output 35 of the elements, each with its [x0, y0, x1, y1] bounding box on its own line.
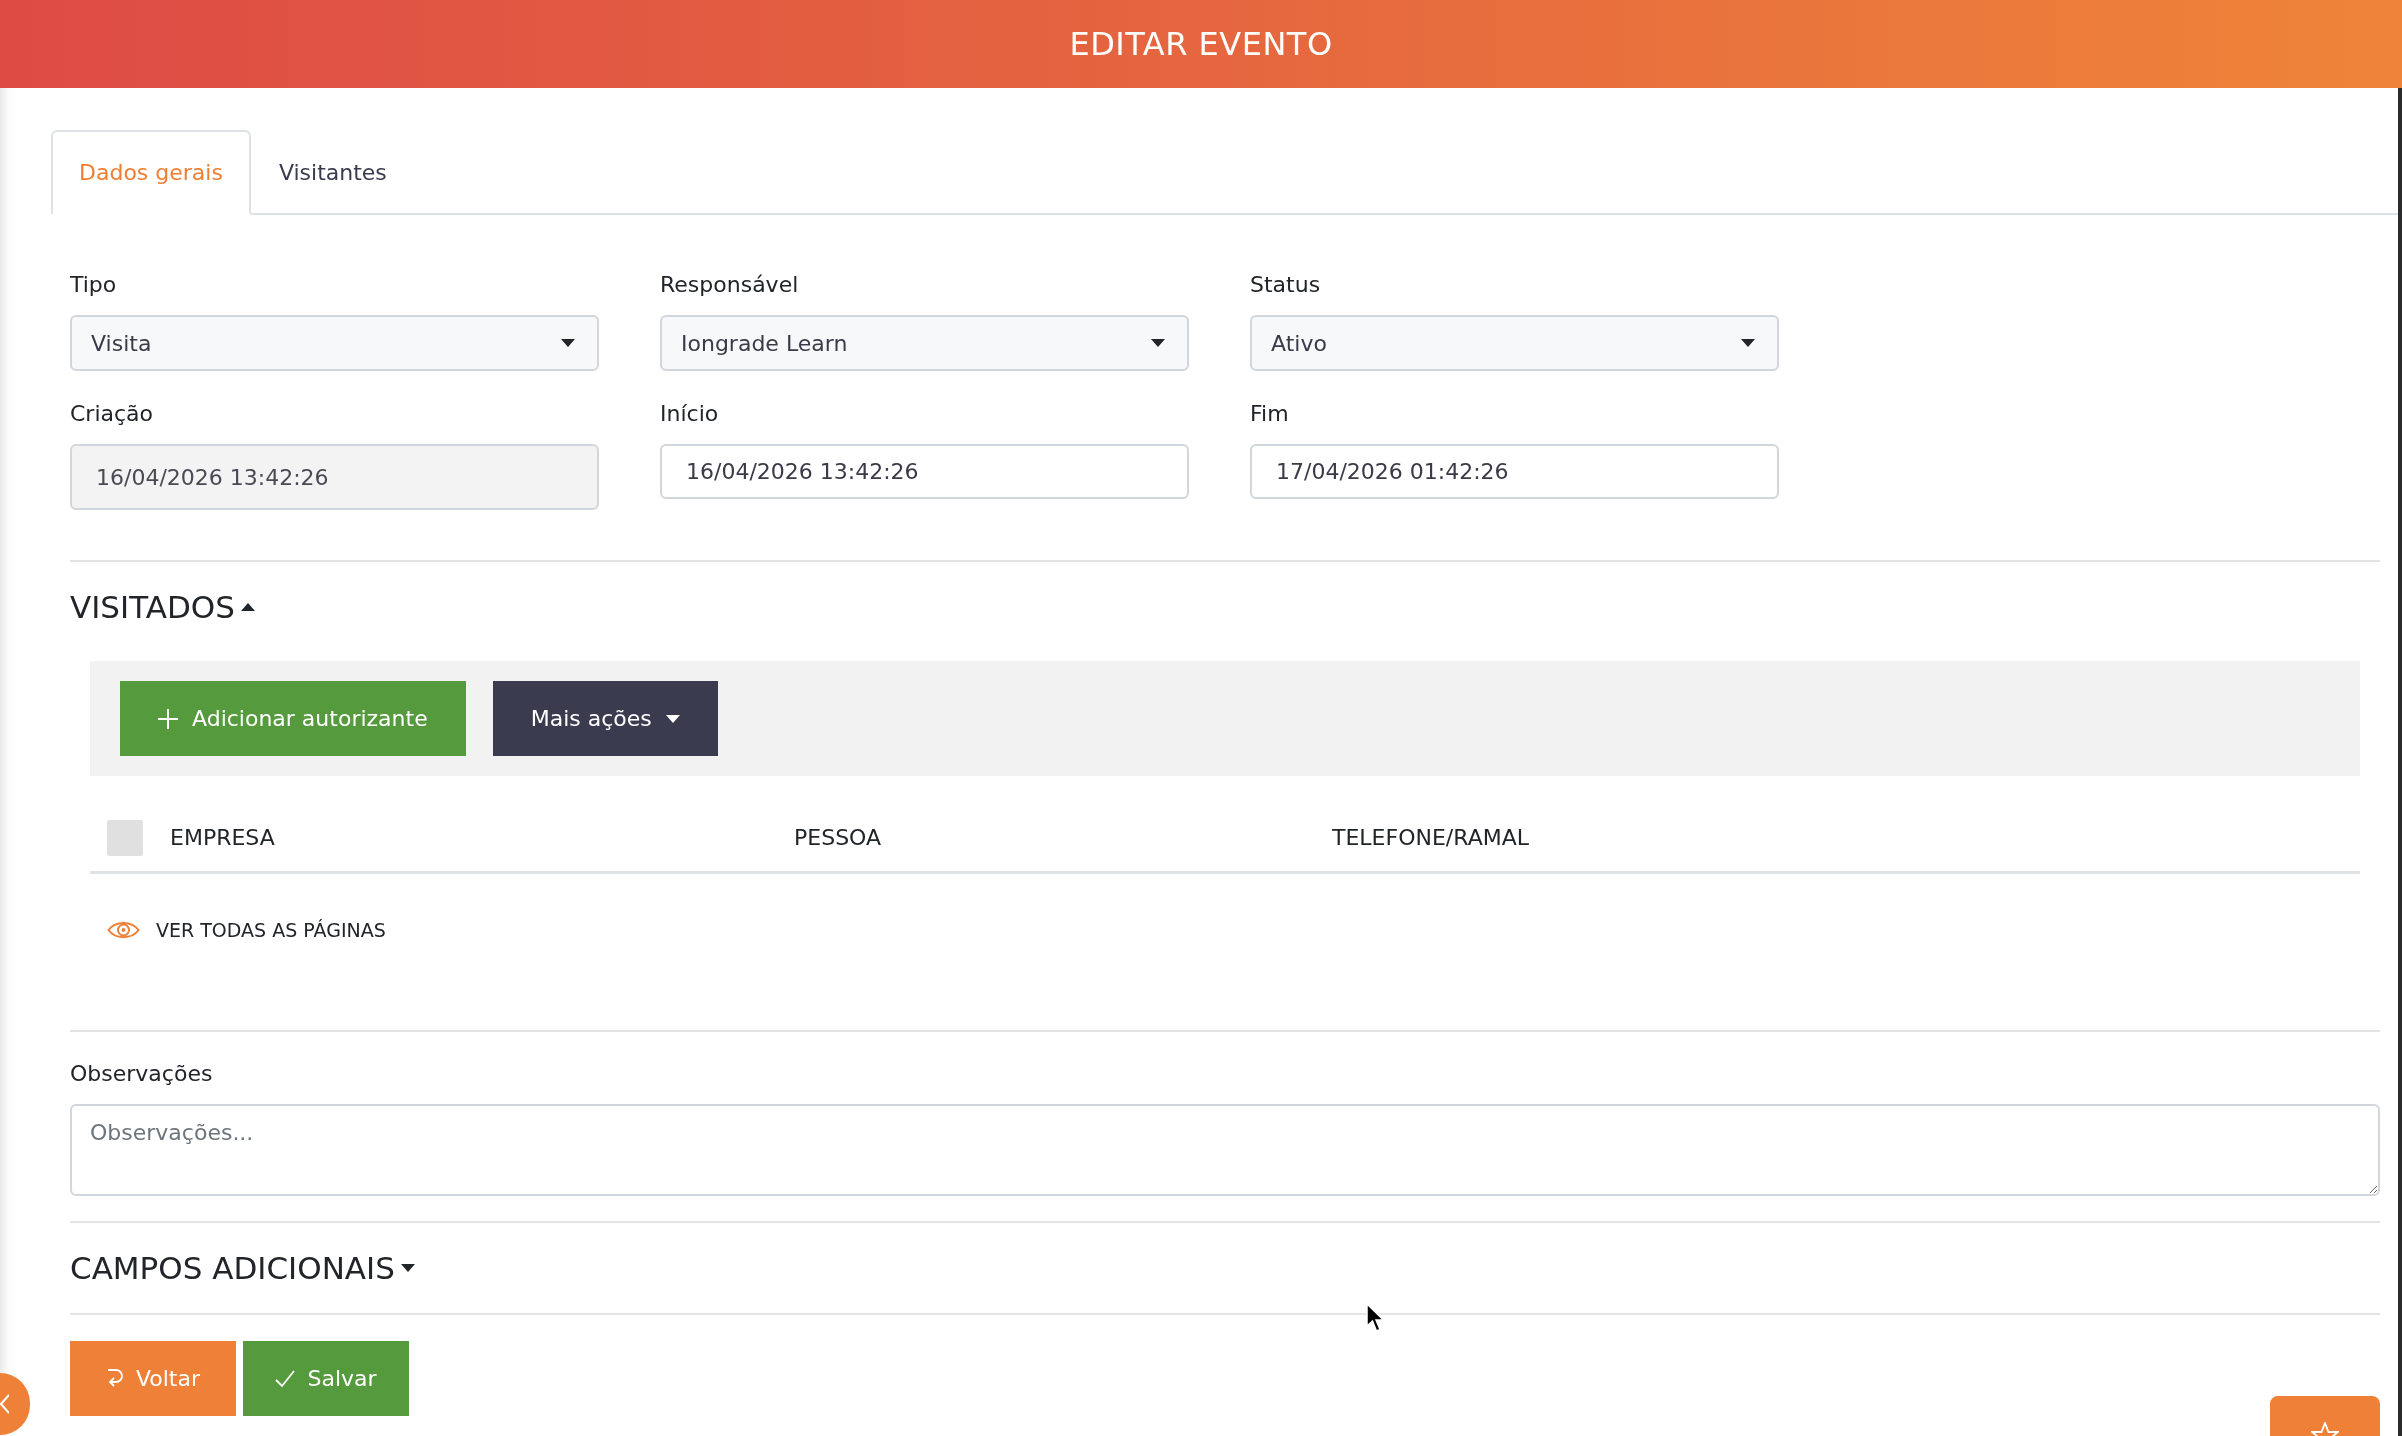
input-field[interactable]: 16/04/2026 13:42:26	[660, 444, 1189, 499]
column-header: EMPRESA	[170, 825, 276, 850]
view-all-link[interactable]: VER TODAS AS PÁGINAS	[107, 910, 386, 950]
dropdown-field[interactable]: Ativo	[1250, 315, 1779, 371]
section-toggle[interactable]: VISITADOS	[70, 588, 255, 626]
page-title: EDITAR EVENTO	[1069, 25, 1333, 63]
caret-down-icon	[561, 339, 575, 347]
field-label: Observações	[70, 1060, 214, 1088]
chevron-left-icon	[0, 1394, 9, 1414]
field-label: Responsável	[660, 271, 800, 299]
column-header: PESSOA	[794, 825, 883, 850]
more-actions-button[interactable]: Mais ações	[492, 681, 718, 756]
caret-down-icon	[400, 1264, 415, 1272]
check-icon	[275, 1369, 296, 1388]
caret-down-icon	[1151, 339, 1165, 347]
favorite-button[interactable]	[2270, 1396, 2380, 1436]
star-icon	[2311, 1422, 2339, 1436]
caret-up-icon	[240, 603, 255, 611]
section-toggle[interactable]: CAMPOS ADICIONAIS	[70, 1249, 415, 1287]
select-all-checkbox[interactable]	[107, 819, 143, 856]
field-label: Fim	[1250, 400, 1290, 428]
caret-down-icon	[665, 714, 680, 723]
plus-icon	[158, 708, 178, 729]
column-header: TELEFONE/RAMAL	[1332, 825, 1530, 850]
tab[interactable]: Visitantes	[250, 130, 415, 215]
notes-field[interactable]: Observações...	[70, 1104, 2380, 1196]
field-label: Criação	[70, 400, 155, 428]
caret-down-icon	[1741, 339, 1755, 347]
field-label: Tipo	[70, 271, 118, 299]
dropdown-field[interactable]: Iongrade Learn	[660, 315, 1189, 371]
field-label: Status	[1250, 271, 1322, 299]
dropdown-field[interactable]: Visita	[70, 315, 599, 371]
input-field[interactable]: 17/04/2026 01:42:26	[1250, 444, 1779, 499]
eye-icon	[107, 920, 140, 940]
field-label: Início	[660, 400, 720, 428]
